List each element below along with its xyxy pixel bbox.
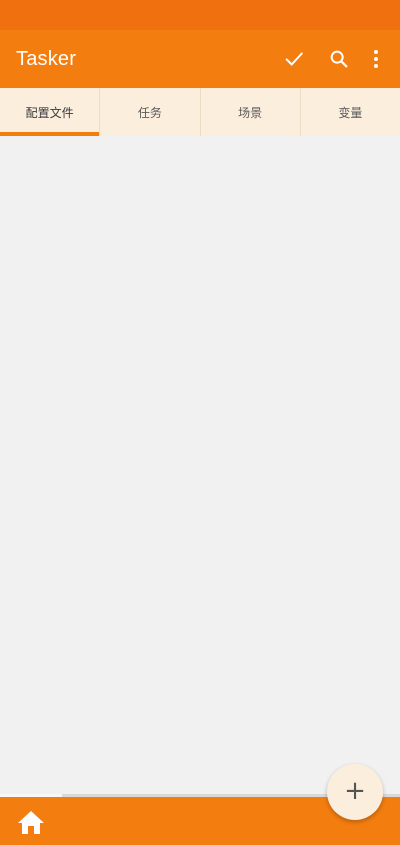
tab-label: 配置文件	[25, 105, 74, 120]
home-icon	[18, 811, 44, 834]
add-fab[interactable]: +	[327, 764, 383, 820]
tab-label: 任务	[137, 105, 162, 120]
profiles-list-empty	[0, 136, 400, 794]
status-bar	[0, 0, 400, 30]
search-button[interactable]	[319, 39, 359, 79]
more-vert-icon	[374, 50, 378, 68]
search-icon	[330, 50, 348, 68]
confirm-button[interactable]	[274, 39, 314, 79]
tab-bar: 配置文件 任务 场景 变量	[0, 88, 400, 136]
tab-variables[interactable]: 变量	[299, 88, 400, 136]
app-title: Tasker	[16, 47, 77, 70]
tasker-screen: Tasker 配置文件 任务 场景 变量 +	[0, 0, 400, 845]
tab-scenes[interactable]: 场景	[199, 88, 300, 136]
more-options-button[interactable]	[361, 39, 391, 79]
tab-profiles[interactable]: 配置文件	[0, 88, 100, 136]
plus-icon: +	[344, 776, 366, 806]
app-bar: Tasker	[0, 30, 400, 88]
tab-tasks[interactable]: 任务	[99, 88, 199, 136]
check-icon	[285, 52, 303, 66]
tab-label: 变量	[338, 105, 363, 120]
tab-label: 场景	[238, 105, 263, 120]
home-button[interactable]	[15, 807, 47, 837]
page-indicator	[0, 794, 62, 797]
